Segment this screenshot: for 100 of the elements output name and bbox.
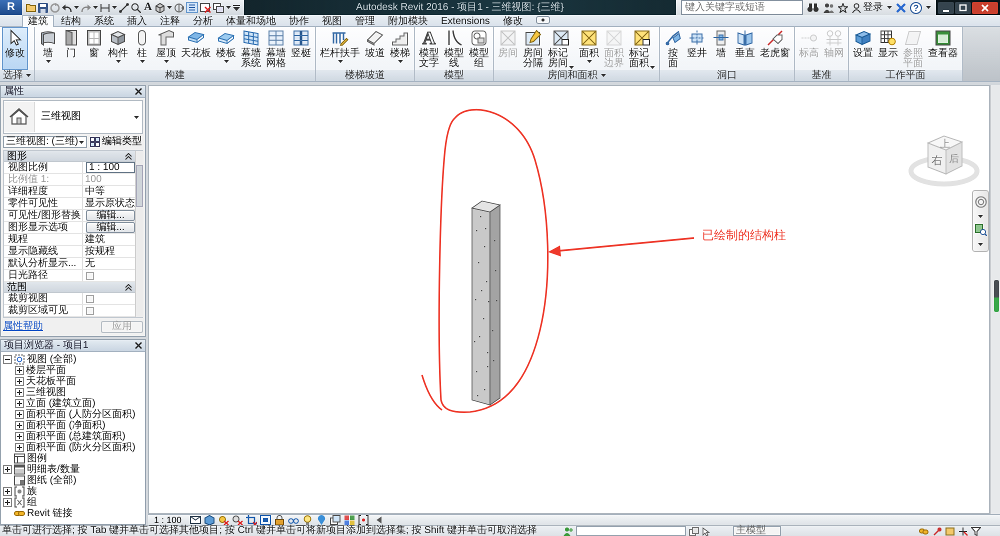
pin-icon[interactable] bbox=[316, 515, 327, 525]
tree-item[interactable]: 楼层平面 bbox=[26, 365, 66, 376]
envelope-icon[interactable] bbox=[190, 515, 201, 525]
ribbon-button[interactable]: 垂直 bbox=[733, 27, 757, 70]
ribbon-button[interactable]: 显示 bbox=[876, 27, 900, 70]
tree-item[interactable]: 族 bbox=[27, 486, 37, 497]
colored-squares-icon[interactable] bbox=[344, 515, 355, 525]
tree-item[interactable]: 组 bbox=[27, 497, 37, 508]
caret-icon[interactable] bbox=[74, 6, 79, 9]
help-link[interactable]: 属性帮助 bbox=[3, 321, 43, 333]
ribbon-button[interactable]: 幕墙系统 bbox=[239, 27, 263, 70]
cross-logo-icon[interactable] bbox=[896, 2, 906, 12]
caret-icon[interactable] bbox=[93, 6, 98, 9]
person-plus-icon[interactable] bbox=[563, 526, 574, 536]
expander-icon[interactable] bbox=[3, 355, 12, 364]
caret-icon[interactable] bbox=[112, 6, 117, 9]
help-button[interactable]: ? bbox=[910, 2, 922, 14]
checkbox[interactable] bbox=[86, 306, 94, 314]
group-header[interactable]: 范围 bbox=[4, 282, 135, 293]
maximize-icon[interactable] bbox=[955, 2, 971, 14]
star-icon[interactable] bbox=[838, 2, 848, 12]
undo-icon[interactable] bbox=[62, 4, 72, 12]
ribbon-button[interactable]: 按面 bbox=[662, 27, 684, 70]
ribbon-tab[interactable]: 管理 bbox=[349, 16, 381, 27]
expander-icon[interactable] bbox=[15, 421, 24, 430]
expander-icon[interactable] bbox=[15, 432, 24, 441]
tree-item[interactable]: 图例 bbox=[27, 453, 47, 464]
expander-icon[interactable] bbox=[15, 410, 24, 419]
switch-windows-icon[interactable] bbox=[212, 2, 224, 12]
steering-wheel-icon[interactable] bbox=[974, 196, 986, 208]
save-icon[interactable] bbox=[38, 2, 48, 12]
ribbon-button[interactable]: 幕墙网格 bbox=[264, 27, 288, 70]
ribbon-button[interactable]: 柱 bbox=[131, 27, 153, 70]
ribbon-button[interactable]: 查看器 bbox=[926, 27, 960, 70]
tree-item[interactable]: 视图 (全部) bbox=[27, 354, 76, 365]
scrollbar-thumb[interactable] bbox=[994, 280, 999, 312]
ribbon-button[interactable]: 老虎窗 bbox=[758, 27, 792, 70]
collapse-icon[interactable] bbox=[125, 284, 132, 290]
tree-item[interactable]: 明细表/数量 bbox=[27, 464, 80, 475]
structural-column[interactable] bbox=[471, 200, 501, 406]
caret-icon[interactable] bbox=[600, 74, 606, 77]
tree-item[interactable]: 三维视图 bbox=[26, 387, 66, 398]
ribbon-button[interactable]: 楼板 bbox=[214, 27, 238, 70]
tree-item[interactable]: Revit 链接 bbox=[27, 508, 73, 519]
ribbon-button[interactable]: 修改 bbox=[2, 27, 28, 70]
expander-icon[interactable] bbox=[15, 399, 24, 408]
app-menu-button[interactable]: R bbox=[0, 0, 22, 15]
ribbon-button[interactable]: 模型线 bbox=[442, 27, 466, 70]
caret-icon[interactable] bbox=[887, 6, 892, 9]
ribbon-button[interactable]: 窗 bbox=[83, 27, 105, 70]
crop-icon[interactable] bbox=[246, 515, 257, 525]
caret-icon[interactable] bbox=[926, 6, 931, 9]
ribbon-button[interactable]: 天花板 bbox=[179, 27, 213, 70]
ribbon-tab[interactable]: 插入 bbox=[121, 16, 153, 27]
caret-icon[interactable] bbox=[166, 6, 172, 9]
users-icon[interactable] bbox=[823, 2, 834, 12]
shadow-off-icon[interactable] bbox=[232, 515, 243, 525]
ribbon-button[interactable]: 竖梃 bbox=[289, 27, 313, 70]
ribbon-button[interactable]: 竖井 bbox=[685, 27, 709, 70]
tree-item[interactable]: 面积平面 (净面积) bbox=[26, 420, 106, 431]
ribbon-button[interactable]: 坡道 bbox=[363, 27, 387, 70]
edit-button[interactable]: 编辑... bbox=[86, 222, 135, 233]
ribbon-button[interactable]: 房间分隔 bbox=[521, 27, 545, 70]
minimize-icon[interactable] bbox=[938, 2, 954, 14]
ribbon-button[interactable]: 模型组 bbox=[467, 27, 491, 70]
view-dropdown[interactable]: 三维视图: (三维) bbox=[3, 136, 87, 148]
tree-item[interactable]: 面积平面 (人防分区面积) bbox=[26, 409, 136, 420]
lock-icon[interactable] bbox=[274, 515, 285, 525]
ribbon-button[interactable]: 栏杆扶手 bbox=[318, 27, 362, 70]
ribbon-button[interactable]: 墙 bbox=[37, 27, 59, 70]
ribbon-tab[interactable]: 注释 bbox=[154, 16, 186, 27]
input-field[interactable] bbox=[576, 526, 686, 536]
collapse-icon[interactable] bbox=[125, 152, 132, 160]
ribbon-tab[interactable]: 视图 bbox=[316, 16, 348, 27]
tree-item[interactable]: 面积平面 (防火分区面积) bbox=[26, 442, 136, 453]
close-windows-icon[interactable] bbox=[200, 2, 211, 12]
ribbon-button[interactable]: 楼梯 bbox=[388, 27, 412, 70]
sign-in-button[interactable]: 登录 bbox=[852, 0, 883, 15]
edit-button[interactable]: 编辑... bbox=[86, 210, 135, 221]
ribbon-tab[interactable]: 结构 bbox=[55, 16, 87, 27]
framed-square-icon[interactable] bbox=[260, 515, 271, 525]
close-icon[interactable] bbox=[135, 342, 142, 349]
zoom-icon[interactable] bbox=[974, 224, 986, 236]
expander-icon[interactable] bbox=[15, 388, 24, 397]
caret-icon[interactable] bbox=[978, 242, 983, 246]
bulb-icon[interactable] bbox=[302, 515, 313, 525]
caret-icon[interactable] bbox=[26, 74, 31, 77]
expander-icon[interactable] bbox=[15, 366, 24, 375]
text-tool-button[interactable]: A bbox=[143, 0, 153, 15]
ribbon-tab[interactable]: 修改 bbox=[496, 16, 529, 27]
folder-icon[interactable] bbox=[26, 3, 36, 12]
dimension-icon[interactable] bbox=[100, 4, 110, 12]
ribbon-tab[interactable]: 分析 bbox=[187, 16, 219, 27]
ribbon-tab[interactable]: 系统 bbox=[88, 16, 120, 27]
ribbon-tab[interactable]: Extensions bbox=[435, 16, 496, 27]
expander-icon[interactable] bbox=[3, 498, 12, 507]
bracket-icon[interactable] bbox=[358, 515, 369, 525]
ribbon-button[interactable]: 屋顶 bbox=[154, 27, 178, 70]
ribbon-button[interactable]: 门 bbox=[60, 27, 82, 70]
ribbon-button[interactable]: 标记房间 bbox=[546, 27, 576, 70]
